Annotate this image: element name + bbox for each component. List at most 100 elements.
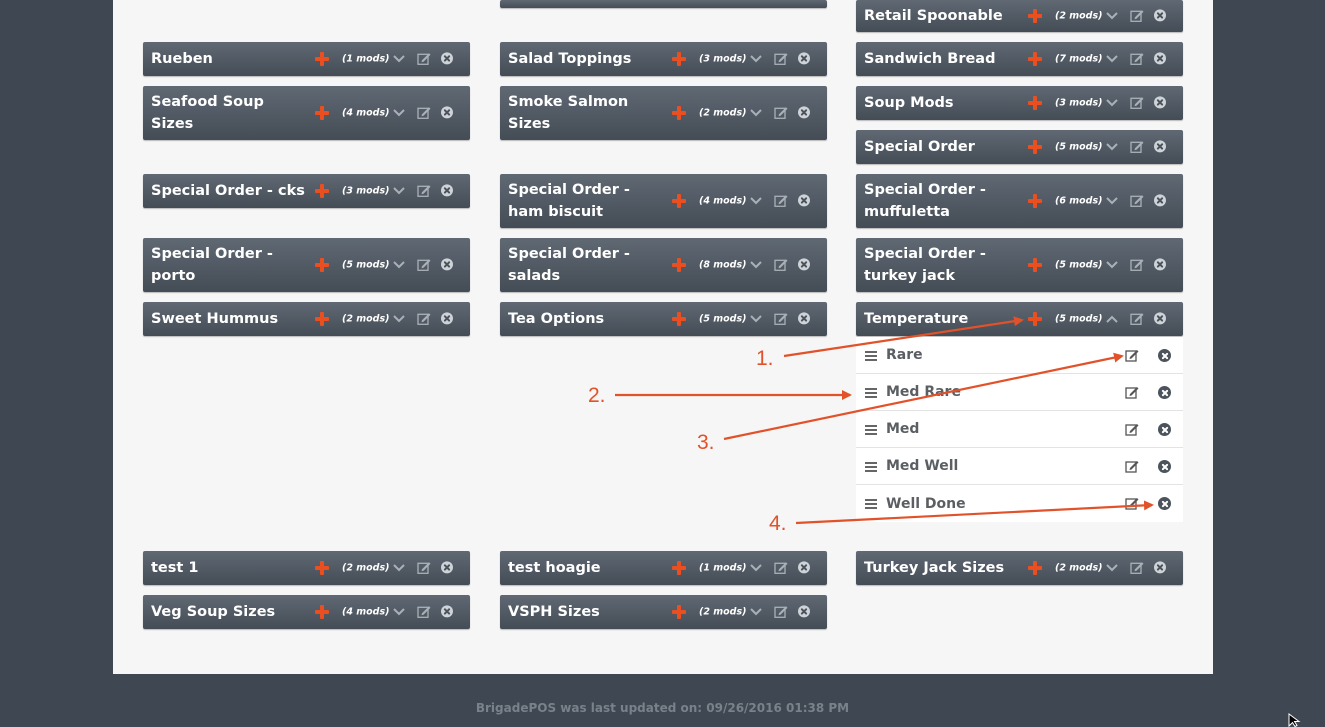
modifier-group-special-order-cks[interactable]: Special Order - cks (3 mods)	[143, 174, 470, 208]
modifier-group-turkey-jack-sizes[interactable]: Turkey Jack Sizes (2 mods)	[856, 551, 1183, 585]
add-icon[interactable]	[1028, 140, 1042, 154]
edit-icon[interactable]	[1130, 95, 1144, 109]
delete-icon[interactable]	[1158, 460, 1171, 473]
add-icon[interactable]	[315, 184, 329, 198]
chevron-down-icon[interactable]	[1105, 54, 1119, 64]
delete-icon[interactable]	[798, 605, 810, 618]
chevron-down-icon[interactable]	[1105, 196, 1119, 206]
chevron-down-icon[interactable]	[1105, 563, 1119, 573]
edit-icon[interactable]	[774, 105, 788, 119]
add-icon[interactable]	[315, 312, 329, 326]
edit-icon[interactable]	[1125, 422, 1139, 436]
add-icon[interactable]	[315, 52, 329, 66]
chevron-down-icon[interactable]	[1105, 142, 1119, 152]
chevron-down-icon[interactable]	[749, 314, 763, 324]
chevron-down-icon[interactable]	[392, 54, 406, 64]
add-icon[interactable]	[672, 605, 686, 619]
modifier-group-special-order-porto[interactable]: Special Order - porto (5 mods)	[143, 238, 470, 292]
add-icon[interactable]	[1028, 312, 1042, 326]
modifier-group-tea-options[interactable]: Tea Options (5 mods)	[500, 302, 827, 336]
modifier-group-special-order-ham-biscuit[interactable]: Special Order - ham biscuit (4 mods)	[500, 174, 827, 228]
add-icon[interactable]	[1028, 258, 1042, 272]
add-icon[interactable]	[1028, 9, 1042, 23]
modifier-group-special-order-salads[interactable]: Special Order - salads (8 mods)	[500, 238, 827, 292]
delete-icon[interactable]	[1154, 194, 1166, 207]
delete-icon[interactable]	[441, 52, 453, 65]
edit-icon[interactable]	[1130, 8, 1144, 22]
add-icon[interactable]	[1028, 52, 1042, 66]
chevron-down-icon[interactable]	[749, 54, 763, 64]
chevron-down-icon[interactable]	[392, 186, 406, 196]
chevron-down-icon[interactable]	[392, 260, 406, 270]
delete-icon[interactable]	[441, 561, 453, 574]
delete-icon[interactable]	[798, 194, 810, 207]
modifier-group-partial[interactable]	[500, 0, 827, 8]
add-icon[interactable]	[315, 561, 329, 575]
add-icon[interactable]	[672, 194, 686, 208]
chevron-up-icon[interactable]	[1105, 314, 1119, 324]
chevron-down-icon[interactable]	[1105, 98, 1119, 108]
chevron-down-icon[interactable]	[392, 607, 406, 617]
modifier-group-salad-toppings[interactable]: Salad Toppings (3 mods)	[500, 42, 827, 76]
add-icon[interactable]	[315, 106, 329, 120]
add-icon[interactable]	[672, 52, 686, 66]
add-icon[interactable]	[672, 561, 686, 575]
edit-icon[interactable]	[774, 193, 788, 207]
modifier-group-special-order-turkey-jack[interactable]: Special Order - turkey jack (5 mods)	[856, 238, 1183, 292]
edit-icon[interactable]	[417, 560, 431, 574]
delete-icon[interactable]	[1158, 497, 1171, 510]
chevron-down-icon[interactable]	[392, 108, 406, 118]
delete-icon[interactable]	[798, 258, 810, 271]
modifier-group-smoke-salmon-sizes[interactable]: Smoke Salmon Sizes (2 mods)	[500, 86, 827, 140]
edit-icon[interactable]	[417, 604, 431, 618]
modifier-group-vsph-sizes[interactable]: VSPH Sizes (2 mods)	[500, 595, 827, 629]
edit-icon[interactable]	[774, 604, 788, 618]
modifier-group-retail-spoonable[interactable]: Retail Spoonable (2 mods)	[856, 0, 1183, 32]
edit-icon[interactable]	[1130, 51, 1144, 65]
edit-icon[interactable]	[1130, 139, 1144, 153]
add-icon[interactable]	[315, 258, 329, 272]
delete-icon[interactable]	[1158, 423, 1171, 436]
add-icon[interactable]	[1028, 561, 1042, 575]
chevron-down-icon[interactable]	[749, 607, 763, 617]
edit-icon[interactable]	[1125, 385, 1139, 399]
delete-icon[interactable]	[1158, 386, 1171, 399]
list-item[interactable]: Med Rare	[856, 374, 1183, 411]
edit-icon[interactable]	[417, 51, 431, 65]
add-icon[interactable]	[672, 258, 686, 272]
edit-icon[interactable]	[1130, 560, 1144, 574]
edit-icon[interactable]	[417, 311, 431, 325]
delete-icon[interactable]	[1154, 52, 1166, 65]
modifier-group-test-1[interactable]: test 1 (2 mods)	[143, 551, 470, 585]
delete-icon[interactable]	[441, 605, 453, 618]
modifier-group-rueben[interactable]: Rueben (1 mods)	[143, 42, 470, 76]
chevron-down-icon[interactable]	[1105, 11, 1119, 21]
list-item[interactable]: Med	[856, 411, 1183, 448]
delete-icon[interactable]	[1158, 349, 1171, 362]
edit-icon[interactable]	[774, 311, 788, 325]
drag-handle-icon[interactable]	[865, 425, 877, 435]
delete-icon[interactable]	[1154, 9, 1166, 22]
edit-icon[interactable]	[1125, 459, 1139, 473]
add-icon[interactable]	[1028, 96, 1042, 110]
edit-icon[interactable]	[417, 105, 431, 119]
chevron-down-icon[interactable]	[392, 314, 406, 324]
modifier-group-sweet-hummus[interactable]: Sweet Hummus (2 mods)	[143, 302, 470, 336]
chevron-down-icon[interactable]	[1105, 260, 1119, 270]
add-icon[interactable]	[672, 106, 686, 120]
edit-icon[interactable]	[1130, 311, 1144, 325]
list-item[interactable]: Med Well	[856, 448, 1183, 485]
edit-icon[interactable]	[417, 257, 431, 271]
delete-icon[interactable]	[1154, 140, 1166, 153]
modifier-group-special-order[interactable]: Special Order (5 mods)	[856, 130, 1183, 164]
chevron-down-icon[interactable]	[749, 563, 763, 573]
delete-icon[interactable]	[1154, 561, 1166, 574]
modifier-group-special-order-muffuletta[interactable]: Special Order - muffuletta (6 mods)	[856, 174, 1183, 228]
list-item[interactable]: Rare	[856, 337, 1183, 374]
delete-icon[interactable]	[441, 184, 453, 197]
drag-handle-icon[interactable]	[865, 388, 877, 398]
edit-icon[interactable]	[1130, 257, 1144, 271]
edit-icon[interactable]	[417, 183, 431, 197]
delete-icon[interactable]	[1154, 258, 1166, 271]
edit-icon[interactable]	[1130, 193, 1144, 207]
